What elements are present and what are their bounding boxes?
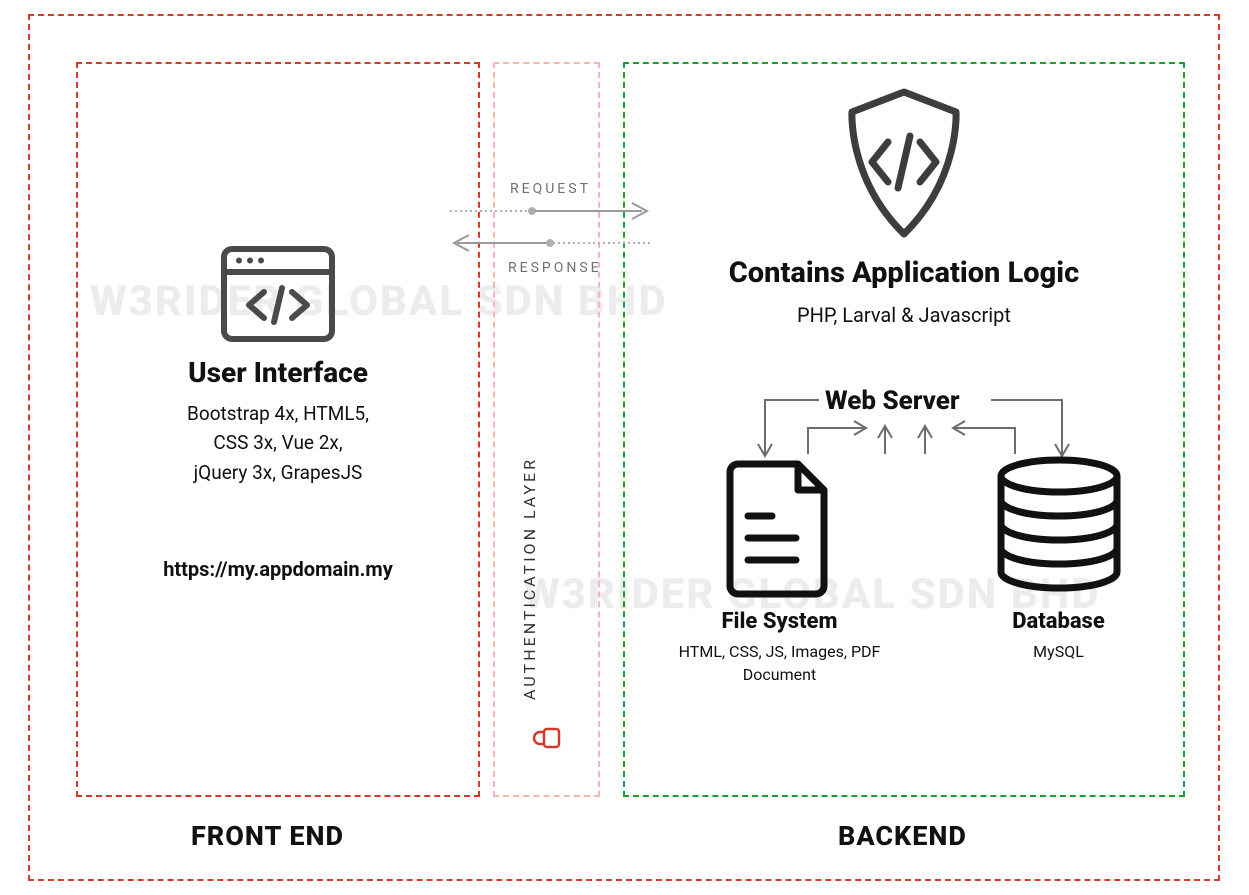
- response-label: RESPONSE: [508, 260, 602, 276]
- file-icon: [720, 454, 840, 599]
- browser-code-icon: [219, 244, 337, 344]
- backend-section-label: BACKEND: [838, 820, 967, 852]
- response-arrow: [447, 232, 654, 254]
- frontend-section-label: FRONT END: [191, 820, 344, 852]
- database-title: Database: [1012, 609, 1105, 634]
- database-icon: [984, 454, 1134, 599]
- frontend-box: User Interface Bootstrap 4x, HTML5, CSS …: [76, 62, 480, 797]
- filesystem-group: File System HTML, CSS, JS, Images, PDF D…: [675, 454, 885, 686]
- database-sub: MySQL: [1033, 640, 1084, 663]
- database-group: Database MySQL: [984, 454, 1134, 663]
- backend-box: Contains Application Logic PHP, Larval &…: [623, 62, 1185, 797]
- filesystem-title: File System: [722, 609, 838, 634]
- frontend-tech-line: CSS 3x, Vue 2x,: [78, 428, 478, 457]
- frontend-url: https://my.appdomain.my: [78, 557, 478, 581]
- auth-layer-label: AUTHENTICATION LAYER: [520, 457, 539, 700]
- filesystem-sub: HTML, CSS, JS, Images, PDF Document: [675, 640, 885, 686]
- frontend-title: User Interface: [78, 356, 478, 389]
- shield-code-icon: [834, 84, 974, 244]
- auth-layer-box: [493, 62, 600, 797]
- frontend-tech-line: Bootstrap 4x, HTML5,: [78, 399, 478, 428]
- request-label: REQUEST: [510, 181, 591, 197]
- lock-icon: [529, 720, 565, 756]
- backend-logic-sub: PHP, Larval & Javascript: [625, 300, 1183, 331]
- request-arrow: [447, 200, 654, 222]
- backend-logic-title: Contains Application Logic: [625, 256, 1183, 290]
- frontend-tech-line: jQuery 3x, GrapesJS: [78, 458, 478, 487]
